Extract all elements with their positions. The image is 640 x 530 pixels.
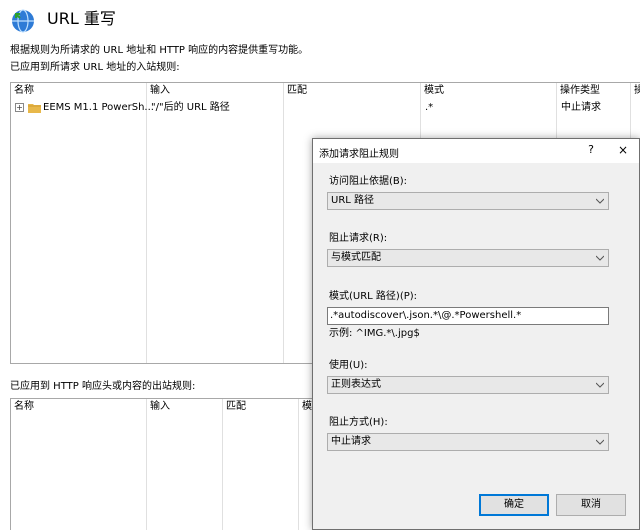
column-header-name[interactable]: 名称 xyxy=(11,83,34,99)
column-header-more[interactable]: 操 xyxy=(631,83,640,99)
block-request-select[interactable]: 与模式匹配 xyxy=(327,249,609,267)
block-access-select[interactable]: URL 路径 xyxy=(327,192,609,210)
dialog-title: 添加请求阻止规则 xyxy=(319,149,399,160)
pattern-example: 示例: ^IMG.*\.jpg$ xyxy=(329,328,420,339)
using-value: 正则表达式 xyxy=(331,379,381,390)
table-row[interactable]: + EEMS M1.1 PowerSh... "/"后的 URL 路径 .* 中… xyxy=(11,100,640,116)
block-access-value: URL 路径 xyxy=(331,195,375,206)
outbound-rules-label: 已应用到 HTTP 响应头或内容的出站规则: xyxy=(10,381,196,392)
chevron-down-icon xyxy=(596,382,604,388)
add-request-blocking-rule-dialog[interactable]: 添加请求阻止规则 ? × 访问阻止依据(B): URL 路径 阻止请求(R): … xyxy=(312,138,640,530)
rule-name: EEMS M1.1 PowerSh... xyxy=(43,102,154,113)
rule-action: 中止请求 xyxy=(561,102,601,113)
using-label: 使用(U): xyxy=(329,360,368,371)
column-header-action[interactable]: 操作类型 xyxy=(557,83,600,99)
how-label: 阻止方式(H): xyxy=(329,417,388,428)
folder-icon xyxy=(28,103,41,113)
inbound-rules-label: 已应用到所请求 URL 地址的入站规则: xyxy=(10,62,180,73)
column-divider xyxy=(283,83,284,363)
column-header-input[interactable]: 输入 xyxy=(147,399,170,415)
column-divider xyxy=(222,399,223,530)
page-title: URL 重写 xyxy=(47,9,116,28)
using-select[interactable]: 正则表达式 xyxy=(327,376,609,394)
rule-input: "/"后的 URL 路径 xyxy=(151,102,230,113)
how-value: 中止请求 xyxy=(331,436,371,447)
block-request-value: 与模式匹配 xyxy=(331,252,381,263)
column-header-match[interactable]: 匹配 xyxy=(284,83,307,99)
how-select[interactable]: 中止请求 xyxy=(327,433,609,451)
pattern-label: 模式(URL 路径)(P): xyxy=(329,291,418,302)
column-header-name[interactable]: 名称 xyxy=(11,399,34,415)
help-button[interactable]: ? xyxy=(583,142,599,158)
column-divider xyxy=(146,399,147,530)
column-header-pattern[interactable]: 模 xyxy=(299,399,312,415)
block-request-label: 阻止请求(R): xyxy=(329,233,388,244)
chevron-down-icon xyxy=(596,439,604,445)
pattern-input[interactable]: .*autodiscover\.json.*\@.*Powershell.* xyxy=(327,307,609,325)
column-header-input[interactable]: 输入 xyxy=(147,83,170,99)
expand-icon[interactable]: + xyxy=(15,103,24,112)
dialog-titlebar[interactable]: 添加请求阻止规则 ? × xyxy=(313,139,639,163)
column-header-pattern[interactable]: 模式 xyxy=(421,83,444,99)
column-divider xyxy=(298,399,299,530)
page-description: 根据规则为所请求的 URL 地址和 HTTP 响应的内容提供重写功能。 xyxy=(10,45,309,56)
column-header-match[interactable]: 匹配 xyxy=(223,399,246,415)
chevron-down-icon xyxy=(596,255,604,261)
rule-pattern: .* xyxy=(425,102,434,113)
close-button[interactable]: × xyxy=(615,142,631,158)
chevron-down-icon xyxy=(596,198,604,204)
cancel-button[interactable]: 取消 xyxy=(556,494,626,516)
ok-button[interactable]: 确定 xyxy=(479,494,549,516)
url-rewrite-icon xyxy=(10,8,36,34)
block-access-label: 访问阻止依据(B): xyxy=(329,176,408,187)
column-divider xyxy=(146,83,147,363)
